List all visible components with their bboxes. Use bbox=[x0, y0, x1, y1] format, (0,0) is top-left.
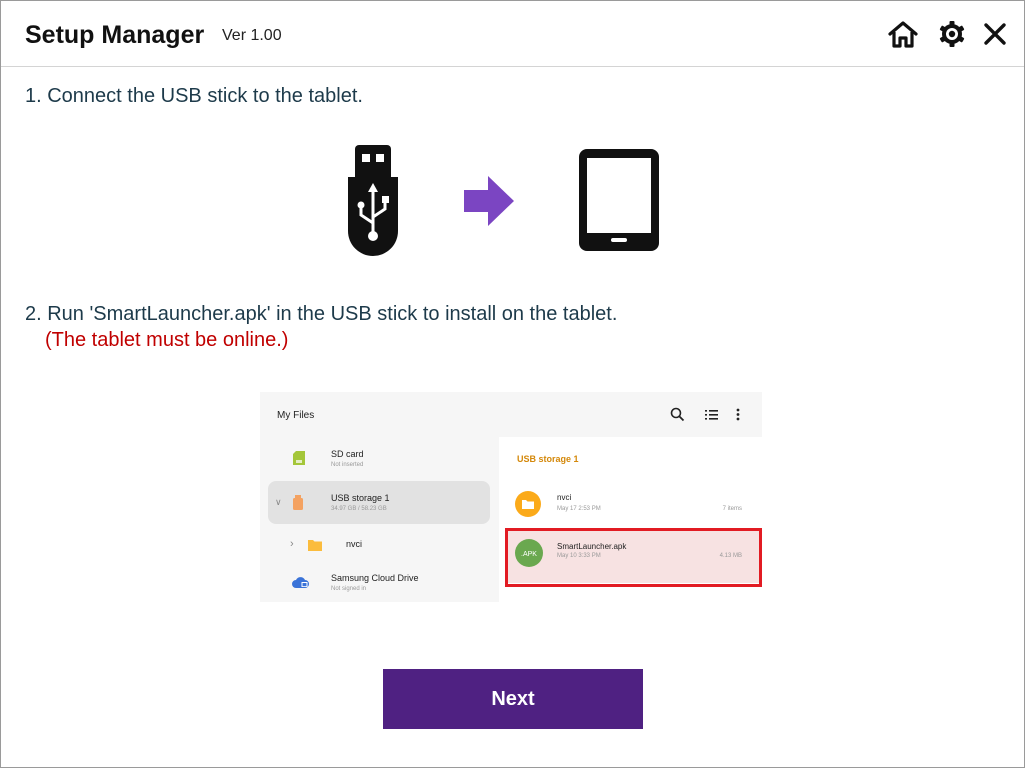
more-options-icon bbox=[736, 408, 740, 421]
home-button[interactable] bbox=[887, 18, 919, 50]
file-date: May 17 2:53 PM bbox=[557, 506, 601, 512]
arrow-right-icon bbox=[464, 176, 514, 226]
file-meta: 7 items bbox=[722, 506, 742, 512]
highlight-box bbox=[505, 528, 762, 587]
step-1-text: 1. Connect the USB stick to the tablet. bbox=[25, 85, 363, 107]
folder-icon bbox=[515, 491, 541, 517]
setup-manager-window: Setup Manager Ver 1.00 1. Connect the US… bbox=[0, 0, 1025, 768]
close-button[interactable] bbox=[979, 18, 1011, 50]
cloud-icon bbox=[292, 577, 309, 588]
sd-card-icon bbox=[293, 451, 305, 465]
file-row-nvci: nvci May 17 2:53 PM 7 items bbox=[505, 481, 760, 529]
gear-icon bbox=[939, 21, 965, 47]
settings-button[interactable] bbox=[936, 18, 968, 50]
chevron-down-icon: ∨ bbox=[275, 497, 282, 507]
location-name: SD card bbox=[331, 449, 364, 459]
file-manager-title: My Files bbox=[277, 410, 315, 421]
tablet-icon bbox=[579, 149, 659, 251]
location-detail: Not inserted bbox=[331, 462, 364, 468]
app-title: Setup Manager bbox=[25, 21, 205, 49]
chevron-right-icon: › bbox=[290, 538, 294, 550]
list-view-icon bbox=[705, 410, 718, 420]
next-button[interactable]: Next bbox=[383, 669, 643, 729]
location-detail: 34.97 GB / 58.23 GB bbox=[331, 506, 387, 512]
location-sd-card: SD card Not inserted bbox=[268, 437, 490, 480]
close-icon bbox=[984, 23, 1006, 45]
usb-storage-icon bbox=[293, 495, 303, 510]
file-manager-header: My Files bbox=[260, 392, 762, 437]
location-name: nvci bbox=[346, 539, 363, 549]
online-note: (The tablet must be online.) bbox=[45, 329, 289, 351]
location-name: USB storage 1 bbox=[331, 493, 390, 503]
home-icon bbox=[888, 21, 918, 48]
file-manager-locations: SD card Not inserted ∨ USB storage 1 34.… bbox=[260, 437, 500, 602]
folder-icon bbox=[308, 540, 322, 551]
usb-stick-icon bbox=[348, 145, 398, 256]
app-version: Ver 1.00 bbox=[222, 27, 282, 44]
file-name: nvci bbox=[557, 493, 572, 502]
step-2-text: 2. Run 'SmartLauncher.apk' in the USB st… bbox=[25, 303, 618, 325]
location-samsung-cloud: Samsung Cloud Drive Not signed in bbox=[268, 561, 490, 602]
title-bar: Setup Manager Ver 1.00 bbox=[1, 1, 1024, 67]
location-usb-storage: ∨ USB storage 1 34.97 GB / 58.23 GB bbox=[268, 481, 490, 524]
search-icon bbox=[670, 407, 685, 422]
location-name: Samsung Cloud Drive bbox=[331, 573, 419, 583]
location-detail: Not signed in bbox=[331, 586, 367, 592]
section-title: USB storage 1 bbox=[517, 454, 579, 464]
